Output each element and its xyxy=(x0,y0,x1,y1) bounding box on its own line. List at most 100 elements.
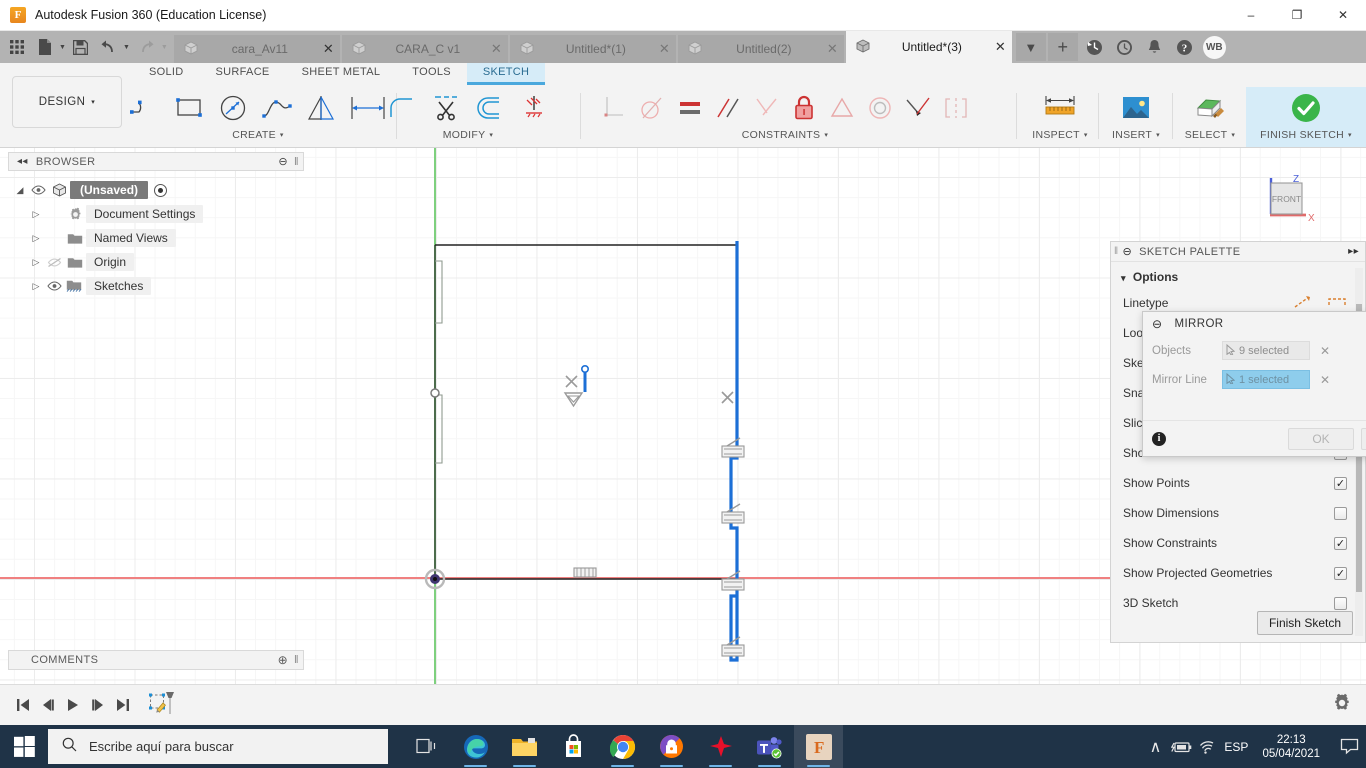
tray-chevron-icon[interactable]: ∧ xyxy=(1142,737,1168,757)
doc-tab-cara-av11[interactable]: cara_Av11 ✕ xyxy=(173,35,340,63)
expand-icon[interactable]: ▸▸ xyxy=(1348,246,1359,257)
search-input[interactable]: Escribe aquí para buscar xyxy=(48,729,388,764)
mirror-objects-row[interactable]: Objects 9 selected ✕ xyxy=(1143,336,1366,365)
sketch-circle-icon[interactable] xyxy=(211,87,255,129)
step-back-button[interactable] xyxy=(35,698,60,712)
redo-arrow-icon[interactable] xyxy=(134,33,160,61)
mirror-line-endpoint[interactable] xyxy=(580,365,589,374)
ribbon-tab-surface[interactable]: SURFACE xyxy=(200,63,286,85)
chrome-button[interactable] xyxy=(598,725,647,768)
wifi-icon[interactable] xyxy=(1194,740,1220,754)
checkbox-show-constraints[interactable]: ✓ xyxy=(1334,536,1347,550)
finish-sketch-panel[interactable]: FINISH SKETCH ▾ xyxy=(1246,87,1366,147)
finish-sketch-panel-label[interactable]: FINISH SKETCH ▾ xyxy=(1246,129,1366,141)
mirror-objects-field[interactable]: 9 selected xyxy=(1222,341,1310,360)
constraints-panel-label[interactable]: CONSTRAINTS ▾ xyxy=(585,129,985,141)
close-icon[interactable]: ✕ xyxy=(995,39,1006,55)
file-icon[interactable] xyxy=(32,33,58,61)
tab-overflow-button[interactable]: ▼ xyxy=(1015,33,1046,61)
browser-item-sketches[interactable]: ▷ Sketches xyxy=(12,274,292,298)
mirror-icon[interactable] xyxy=(299,87,343,129)
palette-row-show-projected-geometries[interactable]: Show Projected Geometries ✓ xyxy=(1111,558,1365,588)
offset-icon[interactable] xyxy=(468,87,512,129)
edge-button[interactable] xyxy=(451,725,500,768)
activate-component-radio[interactable] xyxy=(154,183,168,197)
insert-panel-label[interactable]: INSERT ▾ xyxy=(1100,129,1172,141)
collinear-icon[interactable] xyxy=(747,87,785,129)
equal-icon[interactable] xyxy=(671,87,709,129)
new-file-group[interactable]: ▼ xyxy=(30,33,68,61)
jump-end-button[interactable] xyxy=(110,698,135,712)
green-check-icon[interactable] xyxy=(1281,87,1331,129)
play-button[interactable] xyxy=(60,698,85,712)
language-indicator[interactable]: ESP xyxy=(1220,740,1252,754)
undo-arrow-icon[interactable] xyxy=(96,33,122,61)
ribbon-tab-tools[interactable]: TOOLS xyxy=(396,63,467,85)
centerline-icon[interactable] xyxy=(1327,295,1347,312)
close-icon[interactable]: ✕ xyxy=(827,41,838,57)
mirror-line-field[interactable]: 1 selected xyxy=(1222,370,1310,389)
maximize-button[interactable]: ❐ xyxy=(1274,0,1320,31)
add-comment-icon[interactable]: ⊕ xyxy=(278,653,288,667)
modify-panel-label[interactable]: MODIFY ▾ xyxy=(400,129,536,141)
resize-grip-icon[interactable]: ‖ xyxy=(1114,246,1119,257)
chevron-down-icon[interactable]: ▼ xyxy=(59,44,66,51)
doc-tab-cara-c-v1[interactable]: CARA_C v1 ✕ xyxy=(341,35,508,63)
palette-row-show-points[interactable]: Show Points ✓ xyxy=(1111,468,1365,498)
checkbox-3d-sketch[interactable] xyxy=(1334,596,1347,610)
battery-charging-icon[interactable] xyxy=(1168,740,1194,754)
resize-grip-icon[interactable]: ‖ xyxy=(294,654,299,666)
expand-arrow-icon[interactable]: ▷ xyxy=(28,233,44,244)
select-panel-label[interactable]: SELECT ▾ xyxy=(1174,129,1246,141)
expand-arrow-icon[interactable]: ◢ xyxy=(12,185,28,196)
concentric-icon[interactable] xyxy=(861,87,899,129)
step-forward-button[interactable] xyxy=(85,698,110,712)
browser-root-node[interactable]: ◢ (Unsaved) xyxy=(12,178,292,202)
teams-button[interactable] xyxy=(745,725,794,768)
ribbon-tab-sheet-metal[interactable]: SHEET METAL xyxy=(286,63,397,85)
checkbox-show-dimensions[interactable] xyxy=(1334,506,1347,520)
start-button[interactable] xyxy=(0,725,48,768)
comments-panel-header[interactable]: COMMENTS ⊕ ‖ xyxy=(8,650,304,670)
browser-item-document-settings[interactable]: ▷ Document Settings xyxy=(12,202,292,226)
measure-ruler-icon[interactable] xyxy=(1035,87,1085,129)
parallel-icon[interactable] xyxy=(709,87,747,129)
checkbox-show-projected-geometries[interactable]: ✓ xyxy=(1334,566,1347,580)
mirror-line-row[interactable]: Mirror Line 1 selected ✕ xyxy=(1143,365,1366,394)
sketchup-button[interactable] xyxy=(696,725,745,768)
finish-sketch-button[interactable]: Finish Sketch xyxy=(1256,611,1353,635)
ok-button[interactable]: OK xyxy=(1288,427,1354,450)
tangent-icon[interactable] xyxy=(633,87,671,129)
curvature-icon[interactable] xyxy=(937,87,975,129)
fillet-icon[interactable] xyxy=(380,87,424,129)
view-cube[interactable]: Z X FRONT xyxy=(1250,170,1320,232)
palette-options-group[interactable]: ▾ Options xyxy=(1111,262,1365,288)
perpendicular-icon[interactable] xyxy=(595,87,633,129)
info-icon[interactable]: i xyxy=(1152,431,1166,446)
browser-item-origin[interactable]: ▷ Origin xyxy=(12,250,292,274)
notifications-bell-icon[interactable] xyxy=(1140,31,1170,63)
eye-off-icon[interactable] xyxy=(44,257,64,268)
save-button[interactable] xyxy=(68,33,94,61)
sketch-point-top-left[interactable] xyxy=(430,388,440,398)
doc-tab-untitled-3[interactable]: Untitled*(3) ✕ xyxy=(845,31,1012,63)
cancel-button[interactable]: Cancel xyxy=(1361,427,1366,450)
mirror-dialog[interactable]: ⊖ MIRROR Objects 9 selected ✕ Mirror Lin… xyxy=(1142,311,1366,457)
inspect-panel-label[interactable]: INSPECT ▾ xyxy=(1022,129,1098,141)
expand-arrow-icon[interactable]: ▷ xyxy=(28,209,44,220)
close-icon[interactable]: ✕ xyxy=(491,41,502,57)
help-question-icon[interactable]: ? xyxy=(1170,31,1200,63)
midpoint-icon[interactable] xyxy=(899,87,937,129)
sketch-rectangle-icon[interactable] xyxy=(167,87,211,129)
collapse-icon[interactable]: ⊖ xyxy=(1152,317,1162,331)
collapse-icon[interactable]: ⊖ xyxy=(1123,245,1133,258)
workspace-switcher-button[interactable]: DESIGN ▾ xyxy=(12,76,122,128)
palette-row-show-dimensions[interactable]: Show Dimensions xyxy=(1111,498,1365,528)
fusion360-button[interactable]: F xyxy=(794,725,843,768)
eye-icon[interactable] xyxy=(28,185,48,195)
chevron-down-icon[interactable]: ▼ xyxy=(123,44,130,51)
clear-objects-icon[interactable]: ✕ xyxy=(1320,344,1330,358)
sketch-feature-icon[interactable] xyxy=(149,690,177,721)
chevron-down-icon[interactable]: ▼ xyxy=(161,44,168,51)
avast-button[interactable] xyxy=(647,725,696,768)
